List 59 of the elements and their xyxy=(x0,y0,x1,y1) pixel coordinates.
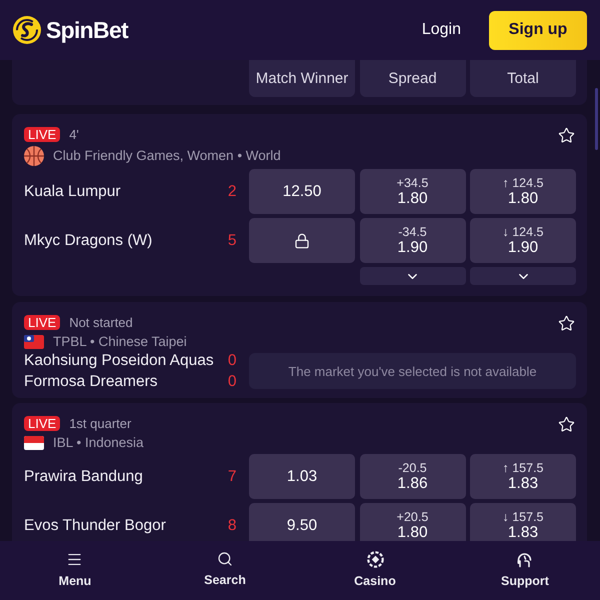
team-score: 7 xyxy=(228,468,236,486)
team-score: 8 xyxy=(228,516,236,534)
signup-button[interactable]: Sign up xyxy=(489,10,587,50)
expand-button[interactable] xyxy=(360,267,466,285)
odds-button[interactable]: ↓ 124.5 1.90 xyxy=(470,218,576,263)
team-score: 2 xyxy=(228,182,236,200)
headset-icon xyxy=(516,551,534,568)
favorite-star-icon[interactable] xyxy=(558,416,574,432)
search-nav-button[interactable]: Search xyxy=(202,551,248,587)
live-badge: LIVE xyxy=(24,126,60,142)
team-name: Kaohsiung Poseidon Aquas xyxy=(24,352,214,370)
logo-icon xyxy=(12,15,42,45)
search-icon xyxy=(216,551,233,567)
live-badge: LIVE xyxy=(24,314,60,330)
odds-button[interactable]: -20.5 1.86 xyxy=(360,454,466,499)
menu-nav-button[interactable]: Menu xyxy=(56,551,94,588)
league-name: TPBL • Chinese Taipei xyxy=(53,334,187,350)
favorite-star-icon[interactable] xyxy=(558,126,574,144)
team-name: Formosa Dreamers xyxy=(24,372,158,390)
team-name: Kuala Lumpur xyxy=(24,182,121,200)
team-score: 0 xyxy=(228,352,236,370)
league-name: Club Friendly Games, Women • World xyxy=(53,148,281,164)
odds-button[interactable]: +20.5 1.80 xyxy=(360,503,466,541)
live-badge: LIVE xyxy=(24,416,60,430)
match-clock: Not started xyxy=(69,314,133,330)
lock-icon xyxy=(294,232,310,248)
market-column-header: Total xyxy=(470,60,576,97)
support-nav-button[interactable]: Support xyxy=(499,551,551,588)
market-unavailable-notice: The market you've selected is not available xyxy=(249,353,576,389)
basketball-icon xyxy=(24,146,44,166)
team-score: 5 xyxy=(228,232,236,250)
match-clock: 4' xyxy=(69,126,79,142)
market-column-header: Spread xyxy=(360,60,466,97)
team-name: Mkyc Dragons (W) xyxy=(24,232,152,250)
team-score: 0 xyxy=(228,372,236,390)
casino-nav-button[interactable]: Casino xyxy=(352,551,398,588)
login-link[interactable]: Login xyxy=(422,21,461,39)
flag-icon xyxy=(24,335,44,349)
odds-button[interactable]: +34.5 1.80 xyxy=(360,169,466,214)
menu-icon xyxy=(66,551,84,568)
match-clock: 1st quarter xyxy=(69,416,132,430)
odds-button[interactable]: -34.5 1.90 xyxy=(360,218,466,263)
odds-button[interactable]: ↓ 157.5 1.83 xyxy=(470,503,576,541)
market-column-header: Match Winner xyxy=(249,60,355,97)
favorite-star-icon[interactable] xyxy=(558,314,574,332)
flag-icon xyxy=(24,436,44,450)
odds-button[interactable]: 9.50 xyxy=(249,503,355,541)
scrollbar-thumb[interactable] xyxy=(595,88,598,150)
team-name: Prawira Bandung xyxy=(24,468,143,486)
casino-chip-icon xyxy=(366,551,384,568)
odds-button[interactable]: 12.50 xyxy=(249,169,355,214)
league-name: IBL • Indonesia xyxy=(53,435,144,451)
logo-text: SpinBet xyxy=(46,16,128,44)
team-name: Evos Thunder Bogor xyxy=(24,516,166,534)
locked-odds-button[interactable] xyxy=(249,218,355,263)
odds-button[interactable]: ↑ 157.5 1.83 xyxy=(470,454,576,499)
expand-button[interactable] xyxy=(470,267,576,285)
odds-button[interactable]: ↑ 124.5 1.80 xyxy=(470,169,576,214)
odds-button[interactable]: 1.03 xyxy=(249,454,355,499)
